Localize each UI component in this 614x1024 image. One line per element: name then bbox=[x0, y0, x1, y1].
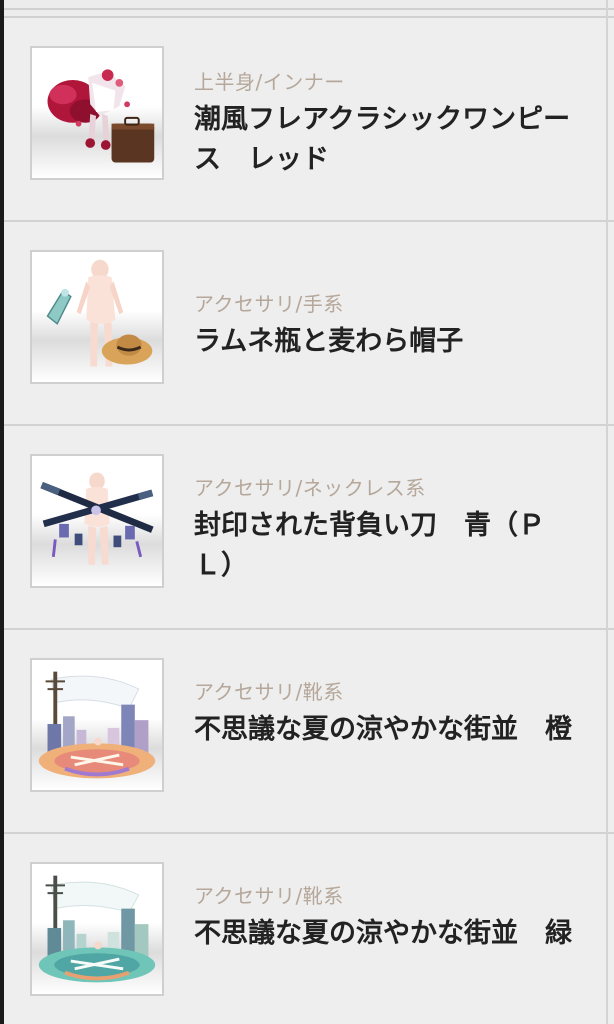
list-item[interactable]: アクセサリ/靴系 不思議な夏の涼やかな街並 橙 bbox=[4, 628, 614, 832]
red-dress-with-suitcase-icon bbox=[47, 69, 155, 163]
list-item[interactable]: アクセサリ/ネックレス系 封印された背負い刀 青（ＰＬ） bbox=[4, 424, 614, 628]
item-thumbnail bbox=[30, 658, 164, 792]
ramune-bottle-straw-hat-icon bbox=[46, 259, 153, 367]
top-divider bbox=[4, 0, 614, 10]
list-item[interactable]: 上半身/インナー 潮風フレアクラシックワンピース レッド bbox=[4, 16, 614, 220]
item-category: アクセサリ/靴系 bbox=[194, 884, 344, 908]
item-category: アクセサリ/手系 bbox=[194, 292, 344, 316]
item-category: アクセサリ/靴系 bbox=[194, 680, 344, 704]
list-item[interactable]: アクセサリ/靴系 不思議な夏の涼やかな街並 緑 bbox=[4, 832, 614, 1024]
sealed-swords-icon bbox=[40, 472, 154, 565]
list-item[interactable]: アクセサリ/手系 ラムネ瓶と麦わら帽子 bbox=[4, 220, 614, 424]
item-list-screen: 上半身/インナー 潮風フレアクラシックワンピース レッド アクセサリ/手系 ラム… bbox=[0, 0, 614, 1024]
item-category: アクセサリ/ネックレス系 bbox=[194, 476, 426, 500]
item-list: 上半身/インナー 潮風フレアクラシックワンピース レッド アクセサリ/手系 ラム… bbox=[4, 16, 614, 1024]
summer-street-orange-icon bbox=[38, 671, 156, 779]
item-thumbnail bbox=[30, 454, 164, 588]
item-thumbnail bbox=[30, 250, 164, 384]
item-thumbnail bbox=[30, 862, 164, 996]
item-title: 不思議な夏の涼やかな街並 橙 bbox=[194, 714, 572, 745]
summer-street-green-icon bbox=[38, 875, 156, 983]
scroll-track bbox=[606, 0, 608, 1024]
item-category: 上半身/インナー bbox=[194, 70, 345, 94]
left-edge bbox=[0, 0, 4, 1024]
item-thumbnail bbox=[30, 46, 164, 180]
item-title: 不思議な夏の涼やかな街並 緑 bbox=[194, 918, 572, 949]
item-title: 封印された背負い刀 青（ＰＬ） bbox=[194, 510, 545, 581]
item-title: 潮風フレアクラシックワンピース レッド bbox=[194, 104, 571, 175]
item-title: ラムネ瓶と麦わら帽子 bbox=[194, 326, 464, 357]
